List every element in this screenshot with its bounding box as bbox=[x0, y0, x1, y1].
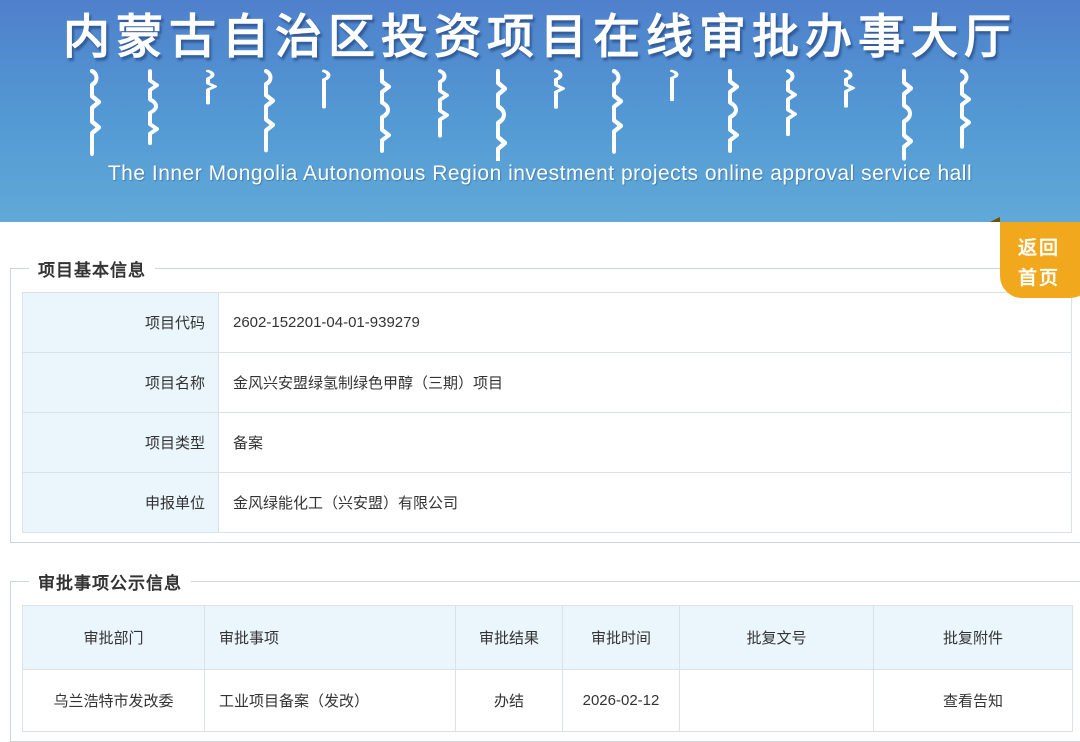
back-to-home-label-line2: 首页 bbox=[1017, 268, 1060, 290]
field-value-project-type: 备案 bbox=[218, 412, 1072, 473]
cell-doc-no bbox=[679, 669, 874, 732]
field-label-project-name: 项目名称 bbox=[22, 352, 219, 413]
field-label-project-type: 项目类型 bbox=[22, 412, 219, 473]
site-subtitle-en: The Inner Mongolia Autonomous Region inv… bbox=[107, 161, 973, 185]
field-value-project-code: 2602-152201-04-01-939279 bbox=[218, 292, 1072, 353]
approval-publicity-section: 审批事项公示信息 审批部门 审批事项 审批结果 审批时间 批复文号 批复附件 乌… bbox=[10, 569, 1080, 742]
col-header-time: 审批时间 bbox=[562, 605, 680, 670]
mongolian-script-decoration bbox=[70, 68, 1010, 161]
view-notice-link[interactable]: 查看告知 bbox=[943, 693, 1003, 710]
col-header-department: 审批部门 bbox=[22, 605, 205, 670]
row-project-type: 项目类型 备案 bbox=[22, 412, 1072, 473]
site-banner: 内蒙古自治区投资项目在线审批办事大厅 The Inner Mongolia Au… bbox=[0, 0, 1080, 222]
col-header-attachment: 批复附件 bbox=[873, 605, 1073, 670]
cell-time: 2026-02-12 bbox=[562, 669, 680, 732]
col-header-result: 审批结果 bbox=[455, 605, 563, 670]
cell-department: 乌兰浩特市发改委 bbox=[22, 669, 205, 732]
row-project-code: 项目代码 2602-152201-04-01-939279 bbox=[22, 292, 1072, 353]
cell-result: 办结 bbox=[455, 669, 563, 732]
approval-header-row: 审批部门 审批事项 审批结果 审批时间 批复文号 批复附件 bbox=[22, 605, 1073, 670]
col-header-doc-no: 批复文号 bbox=[679, 605, 874, 670]
approval-publicity-title: 审批事项公示信息 bbox=[38, 574, 182, 593]
row-declaring-unit: 申报单位 金风绿能化工（兴安盟）有限公司 bbox=[22, 472, 1072, 533]
field-label-project-code: 项目代码 bbox=[22, 292, 219, 353]
field-label-declaring-unit: 申报单位 bbox=[22, 472, 219, 533]
col-header-item: 审批事项 bbox=[204, 605, 456, 670]
approval-items-table: 审批部门 审批事项 审批结果 审批时间 批复文号 批复附件 乌兰浩特市发改委 工… bbox=[22, 605, 1073, 732]
project-basic-info-table: 项目代码 2602-152201-04-01-939279 项目名称 金风兴安盟… bbox=[22, 292, 1072, 533]
site-title-cn: 内蒙古自治区投资项目在线审批办事大厅 bbox=[63, 12, 1017, 64]
project-basic-info-title: 项目基本信息 bbox=[38, 261, 146, 280]
back-to-home-button[interactable]: 返回 首页 bbox=[990, 217, 1080, 298]
approval-data-row: 乌兰浩特市发改委 工业项目备案（发改） 办结 2026-02-12 查看告知 bbox=[22, 669, 1073, 732]
project-basic-info-section: 项目基本信息 项目代码 2602-152201-04-01-939279 项目名… bbox=[10, 256, 1080, 543]
cell-item: 工业项目备案（发改） bbox=[204, 669, 456, 732]
field-value-project-name: 金风兴安盟绿氢制绿色甲醇（三期）项目 bbox=[218, 352, 1072, 413]
back-to-home-label-line1: 返回 bbox=[1017, 238, 1060, 259]
row-project-name: 项目名称 金风兴安盟绿氢制绿色甲醇（三期）项目 bbox=[22, 352, 1072, 413]
field-value-declaring-unit: 金风绿能化工（兴安盟）有限公司 bbox=[218, 472, 1072, 533]
